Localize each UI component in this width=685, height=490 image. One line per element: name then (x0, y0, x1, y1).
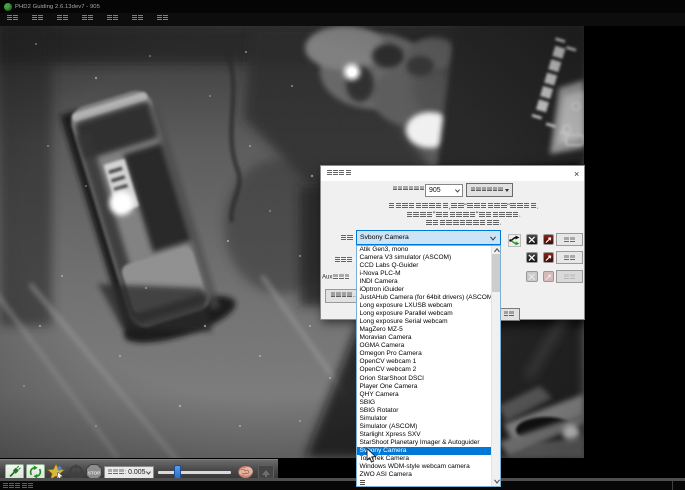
svg-text:STOP: STOP (88, 470, 100, 475)
